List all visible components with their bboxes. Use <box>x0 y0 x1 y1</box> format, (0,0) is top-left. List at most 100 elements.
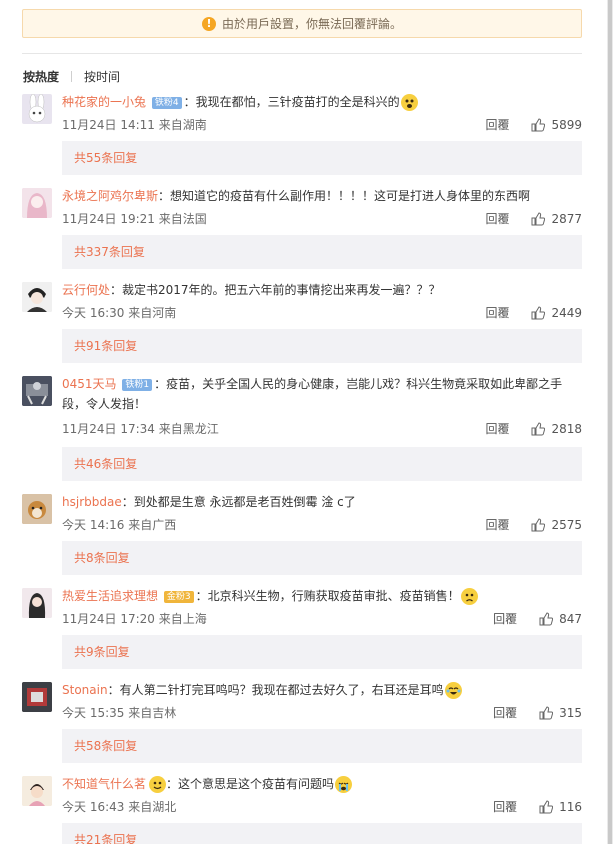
divider <box>22 53 582 54</box>
username[interactable]: 永境之阿鸡尔卑斯 <box>62 189 158 203</box>
comment-meta: 今天 16:43 来自湖北 回覆 116 <box>62 798 582 816</box>
comment-meta: 今天 15:35 来自吉林 回覆 315 <box>62 704 582 722</box>
reply-button[interactable]: 回覆 <box>485 420 509 438</box>
reply-button[interactable]: 回覆 <box>493 704 517 722</box>
comment-text: 热爱生活追求理想 金粉3 ：北京科兴生物，行贿获取疫苗审批、疫苗销售！ <box>62 586 582 606</box>
replies-link[interactable]: 共21条回复 <box>62 823 582 844</box>
like-icon[interactable] <box>531 118 546 132</box>
comment-source: 来自黑龙江 <box>158 422 219 436</box>
comment-time: 11月24日 17:34 <box>62 422 155 436</box>
comment-text: 种花家的一小兔 铁粉4 ：我现在都怕，三针疫苗打的全是科兴的 <box>62 92 582 112</box>
comment-time: 11月24日 19:21 <box>62 212 155 226</box>
like-icon[interactable] <box>531 306 546 320</box>
comment-meta: 今天 16:30 来自河南 回覆 2449 <box>62 304 582 322</box>
sort-by-time-tab[interactable]: 按时间 <box>84 68 120 85</box>
like-count: 2877 <box>551 212 582 226</box>
avatar[interactable] <box>22 494 52 524</box>
comment-source: 来自湖南 <box>158 118 207 132</box>
username[interactable]: hsjrbbdae <box>62 495 122 509</box>
warning-icon: ! <box>201 16 216 31</box>
like-count: 2449 <box>551 306 582 320</box>
crying-laugh-face-icon <box>444 682 462 699</box>
comment-source: 来自湖北 <box>128 800 177 814</box>
comment-body: ：到处都是生意 永远都是老百姓倒霉 淦 c了 <box>121 495 356 509</box>
comment-body: ：这个意思是这个疫苗有问题吗 <box>166 777 335 791</box>
comment-meta: 11月24日 17:20 来自上海 回覆 847 <box>62 610 582 628</box>
scrollbar-thumb[interactable] <box>608 0 612 844</box>
gold-fan-badge[interactable]: 金粉3 <box>163 590 194 603</box>
comment-text: 永境之阿鸡尔卑斯：想知道它的疫苗有什么副作用！！！！这可是打进人身体里的东西啊 <box>62 186 582 206</box>
like-icon[interactable] <box>531 212 546 226</box>
fan-badge[interactable]: 铁粉4 <box>151 96 182 109</box>
like-icon[interactable] <box>539 612 554 626</box>
comment-time: 今天 16:43 <box>62 800 125 814</box>
reply-button[interactable]: 回覆 <box>493 798 517 816</box>
comment-time: 今天 14:16 <box>62 518 125 532</box>
comment-time: 11月24日 14:11 <box>62 118 155 132</box>
comment-body: ：想知道它的疫苗有什么副作用！！！！这可是打进人身体里的东西啊 <box>158 189 531 203</box>
username[interactable]: Stonain <box>62 683 108 697</box>
fan-badge[interactable]: 铁粉1 <box>122 378 153 391</box>
comment-meta: 11月24日 17:34 来自黑龙江 回覆 2818 <box>62 420 582 438</box>
comment-source: 来自吉林 <box>128 706 177 720</box>
username[interactable]: 热爱生活追求理想 <box>62 589 158 603</box>
comment-time: 今天 15:35 <box>62 706 125 720</box>
comment-source: 来自河南 <box>128 306 177 320</box>
reply-button[interactable]: 回覆 <box>485 116 509 134</box>
username[interactable]: 云行何处 <box>62 283 110 297</box>
comment-source: 来自上海 <box>158 612 207 626</box>
like-count: 2575 <box>551 518 582 532</box>
avatar[interactable] <box>22 776 52 806</box>
fear-face-icon <box>400 94 418 111</box>
comment-time: 今天 16:30 <box>62 306 125 320</box>
username[interactable]: 种花家的一小兔 <box>62 95 146 109</box>
reply-button[interactable]: 回覆 <box>485 516 509 534</box>
comment-text: hsjrbbdae：到处都是生意 永远都是老百姓倒霉 淦 c了 <box>62 492 582 512</box>
like-count: 5899 <box>551 118 582 132</box>
like-icon[interactable] <box>531 518 546 532</box>
like-icon[interactable] <box>539 800 554 814</box>
like-count: 315 <box>559 706 582 720</box>
like-icon[interactable] <box>531 422 546 436</box>
comment-source: 来自广西 <box>128 518 177 532</box>
reply-button[interactable]: 回覆 <box>493 610 517 628</box>
comment-meta: 11月24日 14:11 来自湖南 回覆 5899 <box>62 116 582 134</box>
avatar[interactable] <box>22 94 52 124</box>
avatar[interactable] <box>22 188 52 218</box>
username[interactable]: 0451天马 <box>62 377 117 391</box>
like-icon[interactable] <box>539 706 554 720</box>
avatar[interactable] <box>22 282 52 312</box>
comment-body: ：北京科兴生物，行贿获取疫苗审批、疫苗销售！ <box>195 589 460 603</box>
comment-time: 11月24日 17:20 <box>62 612 155 626</box>
replies-link[interactable]: 共91条回复 <box>62 329 582 363</box>
comment-text: 云行何处：裁定书2017年的。把五六年前的事情挖出来再发一遍？？？ <box>62 280 582 300</box>
avatar[interactable] <box>22 682 52 712</box>
avatar[interactable] <box>22 588 52 618</box>
replies-link[interactable]: 共8条回复 <box>62 541 582 575</box>
comment-body: ：裁定书2017年的。把五六年前的事情挖出来再发一遍？？？ <box>110 283 441 297</box>
comment-text: 不知道气什么茗 ：这个意思是这个疫苗有问题吗 <box>62 774 582 794</box>
user-emblem-icon <box>149 776 167 793</box>
sad-face-icon <box>460 588 478 605</box>
sort-separator <box>71 71 73 82</box>
username[interactable]: 不知道气什么茗 <box>62 777 146 791</box>
comment-body: ：我现在都怕，三针疫苗打的全是科兴的 <box>183 95 400 109</box>
comment-body: ：有人第二针打完耳鸣吗？我现在都过去好久了，右耳还是耳鸣 <box>107 683 444 697</box>
comment-source: 来自法国 <box>158 212 207 226</box>
replies-link[interactable]: 共9条回复 <box>62 635 582 669</box>
like-count: 847 <box>559 612 582 626</box>
replies-link[interactable]: 共55条回复 <box>62 141 582 175</box>
like-count: 116 <box>559 800 582 814</box>
comment-meta: 今天 14:16 来自广西 回覆 2575 <box>62 516 582 534</box>
reply-button[interactable]: 回覆 <box>485 210 509 228</box>
comment-meta: 11月24日 19:21 来自法国 回覆 2877 <box>62 210 582 228</box>
sort-tabs: 按热度 按时间 <box>23 68 120 85</box>
replies-link[interactable]: 共46条回复 <box>62 447 582 481</box>
replies-link[interactable]: 共337条回复 <box>62 235 582 269</box>
reply-button[interactable]: 回覆 <box>485 304 509 322</box>
notice-text: 由於用戶設置，你無法回覆評論。 <box>221 17 402 31</box>
replies-link[interactable]: 共58条回复 <box>62 729 582 763</box>
like-count: 2818 <box>551 422 582 436</box>
avatar[interactable] <box>22 376 52 406</box>
sort-by-hot-tab[interactable]: 按热度 <box>23 68 59 85</box>
